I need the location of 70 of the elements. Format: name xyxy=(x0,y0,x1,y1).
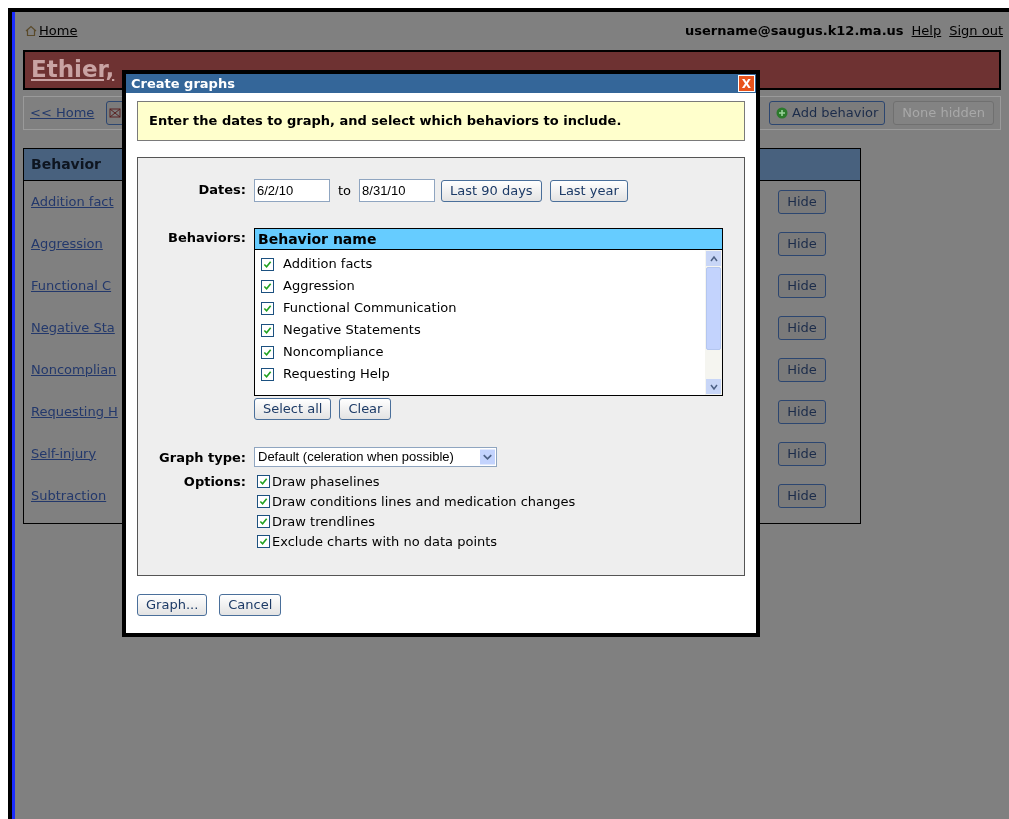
back-link[interactable]: << Home xyxy=(30,102,95,123)
behavior-link[interactable]: Negative Sta xyxy=(31,317,115,338)
behavior-item[interactable]: Functional Communication xyxy=(255,297,705,319)
behavior-link[interactable]: Subtraction xyxy=(31,485,107,506)
dialog-button[interactable]: Cancel xyxy=(219,594,282,616)
dates-label: Dates: xyxy=(197,181,246,199)
graph-type-select[interactable]: Default (celeration when possible) xyxy=(254,447,497,467)
house-icon xyxy=(25,24,37,37)
close-button[interactable]: X xyxy=(738,75,755,92)
student-name-link[interactable]: Ethier, xyxy=(31,52,115,87)
list-action-button[interactable]: Select all xyxy=(254,398,332,420)
behavior-item[interactable]: Addition facts xyxy=(255,253,705,275)
envelope-icon xyxy=(109,106,122,119)
options-label: Options: xyxy=(182,472,246,491)
checkbox[interactable] xyxy=(257,475,270,488)
column-header: Behavior xyxy=(31,154,102,174)
hide-button[interactable]: Hide xyxy=(778,357,826,382)
hide-button[interactable]: Hide xyxy=(778,483,826,508)
behavior-link[interactable]: Requesting H xyxy=(31,401,118,422)
signout-link[interactable]: Sign out xyxy=(949,21,1003,41)
behavior-item[interactable]: Aggression xyxy=(255,275,705,297)
scroll-up-icon[interactable] xyxy=(706,251,721,266)
instructions-text: Enter the dates to graph, and select which behaviors to include. xyxy=(149,112,622,131)
checkbox[interactable] xyxy=(261,367,274,381)
username: username@saugus.k12.ma.us xyxy=(685,22,904,40)
end-date-field[interactable]: 8/31/10 xyxy=(359,179,436,202)
hide-button[interactable]: Hide xyxy=(778,273,826,298)
behavior-item[interactable]: Requesting Help xyxy=(255,363,705,385)
list-column-header: Behavior name xyxy=(258,229,377,249)
checkbox[interactable] xyxy=(257,515,270,528)
option-item[interactable]: Exclude charts with no data points xyxy=(254,531,744,552)
graph-type-label: Graph type: xyxy=(158,449,246,467)
behaviors-label: Behaviors: xyxy=(167,229,246,247)
behavior-item[interactable]: Noncompliance xyxy=(255,341,705,363)
to-label: to xyxy=(338,181,352,200)
behavior-link[interactable]: Addition fact xyxy=(31,191,114,212)
checkbox[interactable] xyxy=(261,257,274,271)
hide-button[interactable]: Hide xyxy=(778,315,826,340)
checkbox[interactable] xyxy=(261,301,274,315)
behavior-link[interactable]: Self-injury xyxy=(31,443,97,464)
scroll-thumb[interactable] xyxy=(706,267,721,350)
checkbox[interactable] xyxy=(257,495,270,508)
date-range-button[interactable]: Last year xyxy=(549,179,628,202)
option-item[interactable]: Draw phaselines xyxy=(254,471,744,492)
dialog-title: Create graphs xyxy=(131,74,235,93)
hide-button[interactable]: Hide xyxy=(778,441,826,466)
checkbox[interactable] xyxy=(257,535,270,548)
hide-button[interactable]: Hide xyxy=(778,399,826,424)
behavior-item[interactable]: Negative Statements xyxy=(255,319,705,341)
behavior-link[interactable]: Aggression xyxy=(31,233,103,254)
help-link[interactable]: Help xyxy=(911,21,942,41)
option-item[interactable]: Draw trendlines xyxy=(254,511,744,532)
home-link[interactable]: Home xyxy=(25,21,78,41)
date-range-button[interactable]: Last 90 days xyxy=(441,179,542,202)
checkbox[interactable] xyxy=(261,279,274,293)
add-behavior-button[interactable]: Add behavior xyxy=(769,100,886,125)
scroll-down-icon[interactable] xyxy=(706,379,721,394)
checkbox[interactable] xyxy=(261,345,274,359)
hide-button[interactable]: Hide xyxy=(778,189,826,214)
start-date-field[interactable]: 6/2/10 xyxy=(254,179,330,202)
hide-button[interactable]: Hide xyxy=(778,231,826,256)
plus-icon xyxy=(776,106,788,119)
list-action-button[interactable]: Clear xyxy=(339,398,392,420)
behavior-link[interactable]: Functional C xyxy=(31,275,112,296)
checkbox[interactable] xyxy=(261,323,274,337)
option-item[interactable]: Draw conditions lines and medication changes xyxy=(254,491,744,512)
behavior-link[interactable]: Noncomplian xyxy=(31,359,117,380)
dialog-button[interactable]: Graph... xyxy=(137,594,208,616)
scrollbar[interactable] xyxy=(705,250,722,395)
dropdown-icon xyxy=(480,449,495,465)
